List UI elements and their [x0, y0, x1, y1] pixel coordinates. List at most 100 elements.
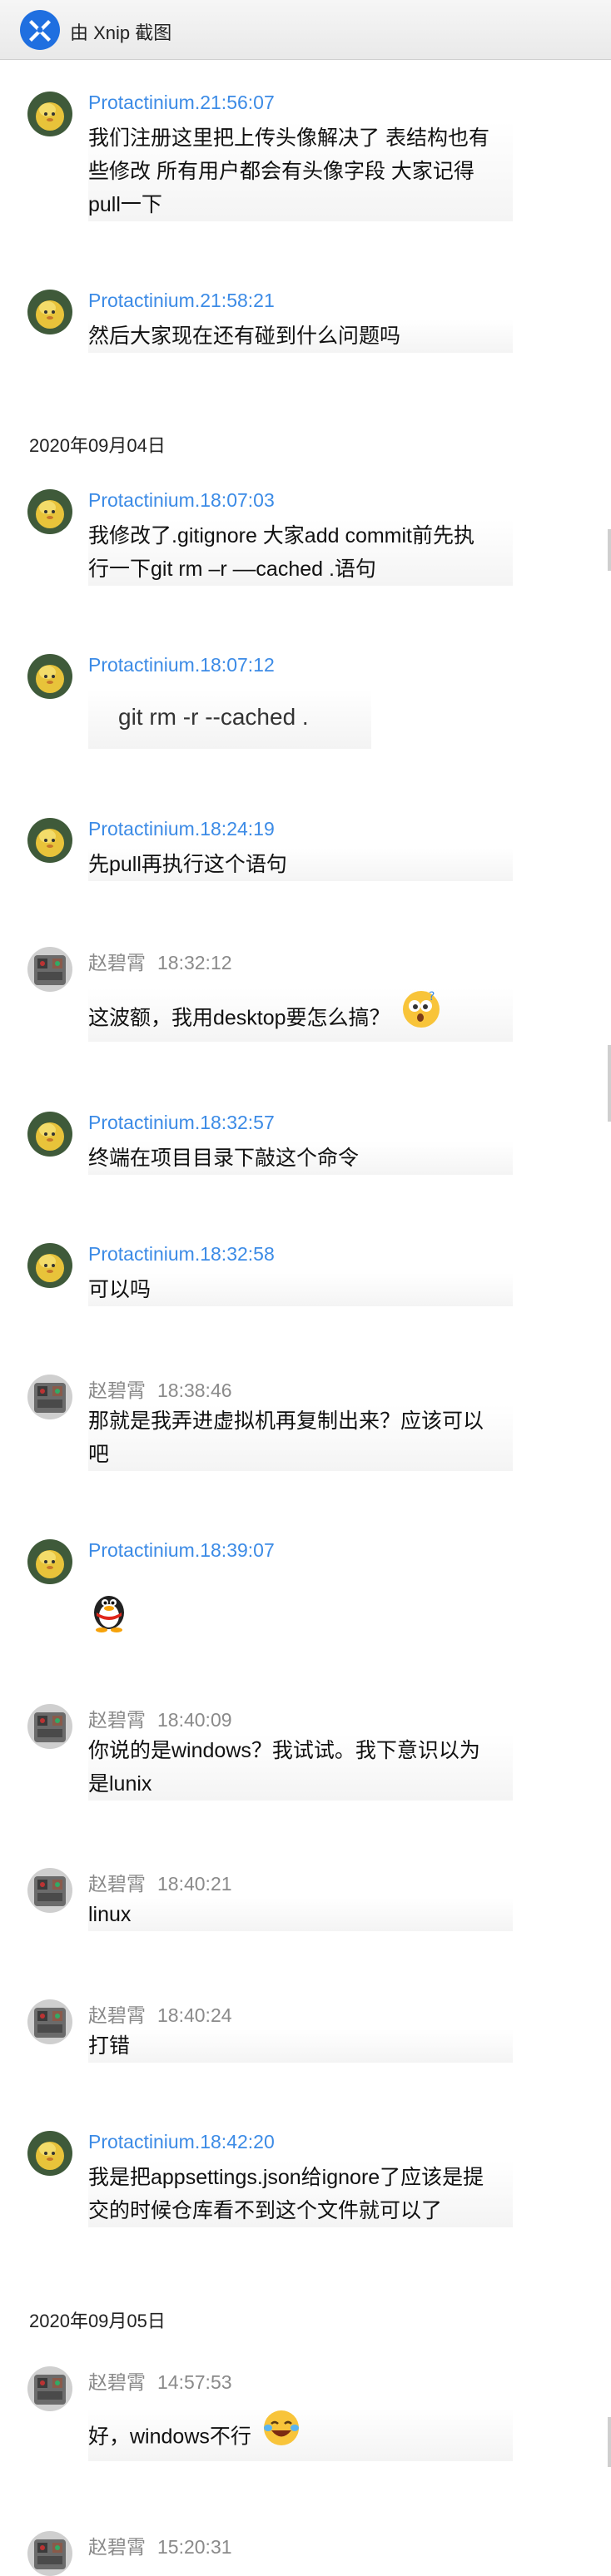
- sender-name[interactable]: Protactinium.: [88, 1243, 200, 1265]
- sender-name[interactable]: 赵碧霄: [88, 2536, 146, 2558]
- message-line: 终端在项目目录下敲这个命令: [88, 1147, 360, 1170]
- message-bubble[interactable]: 这波额，我用desktop要怎么搞？ ?: [88, 988, 513, 1042]
- sender-name[interactable]: Protactinium.: [88, 2131, 200, 2152]
- message-bubble[interactable]: 然后大家现在还有碰到什么问题吗: [88, 320, 513, 353]
- avatar[interactable]: [27, 2531, 72, 2576]
- message-bubble[interactable]: 我是把appsettings.json给ignore了应该是提 交的时候仓库看不…: [88, 2161, 513, 2227]
- message-line: 可以吗: [88, 1278, 152, 1301]
- message-line: 是lunix: [88, 1772, 152, 1796]
- message-line: 行一下git rm –r ––cached .语句: [88, 557, 376, 581]
- message-line: 先pull再执行这个语句: [88, 853, 287, 876]
- avatar[interactable]: [27, 1243, 72, 1288]
- message-header: Protactinium.21:56:07: [88, 92, 275, 114]
- message-time: 18:32:12: [157, 952, 232, 973]
- avatar[interactable]: [27, 2366, 72, 2411]
- message-line: 打错: [88, 2034, 131, 2058]
- message-bubble[interactable]: linux: [88, 1898, 513, 1931]
- sender-name[interactable]: 赵碧霄: [88, 952, 146, 973]
- message-time: 18:07:12: [200, 654, 275, 676]
- message-header: 赵碧霄 18:40:24: [88, 1999, 232, 2028]
- message-bubble[interactable]: 那就是我弄进虚拟机再复制出来？应该可以 吧: [88, 1404, 513, 1471]
- message-time: 21:56:07: [200, 92, 275, 113]
- avatar[interactable]: [27, 1868, 72, 1913]
- message-line: 你说的是windows？我试试。我下意识以为: [88, 1739, 480, 1762]
- message-header: 赵碧霄 14:57:53: [88, 2366, 232, 2395]
- date-separator: 2020年09月05日: [29, 2311, 166, 2331]
- message-time: 18:32:57: [200, 1112, 275, 1133]
- avatar[interactable]: [27, 1375, 72, 1419]
- message-time: 18:40:09: [157, 1709, 232, 1731]
- avatar[interactable]: [27, 818, 72, 863]
- sender-name[interactable]: 赵碧霄: [88, 1873, 146, 1895]
- message-time: 18:32:58: [200, 1243, 275, 1265]
- message-time: 18:38:46: [157, 1380, 232, 1401]
- avatar[interactable]: [27, 2131, 72, 2176]
- message-header: Protactinium.18:32:58: [88, 1243, 275, 1266]
- message-line: 我是把appsettings.json给ignore了应该是提: [88, 2166, 484, 2189]
- message-header: Protactinium.18:42:20: [88, 2131, 275, 2153]
- message-time: 18:07:03: [200, 489, 275, 511]
- qq-penguin-sticker[interactable]: [88, 1588, 130, 1632]
- message-header: 赵碧霄 18:38:46: [88, 1375, 232, 1403]
- message-bubble[interactable]: 先pull再执行这个语句: [88, 848, 513, 881]
- message-line: 然后大家现在还有碰到什么问题吗: [88, 324, 401, 348]
- avatar[interactable]: [27, 947, 72, 992]
- scrollbar-marker[interactable]: [608, 2417, 611, 2467]
- message-line: 些修改 所有用户都会有头像字段 大家记得: [88, 160, 474, 183]
- message-bubble[interactable]: 你说的是windows？我试试。我下意识以为 是lunix: [88, 1734, 513, 1801]
- message-header: 赵碧霄 18:40:09: [88, 1704, 232, 1732]
- sender-name[interactable]: Protactinium.: [88, 1112, 200, 1133]
- message-line: 我修改了.gitignore 大家add commit前先执: [88, 524, 475, 547]
- message-line: linux: [88, 1903, 132, 1926]
- message-time: 18:40:24: [157, 2004, 232, 2026]
- code-text: git rm -r --cached .: [118, 704, 309, 730]
- sender-name[interactable]: Protactinium.: [88, 290, 200, 311]
- message-header: Protactinium.21:58:21: [88, 290, 275, 312]
- avatar[interactable]: [27, 92, 72, 136]
- avatar[interactable]: [27, 1112, 72, 1157]
- message-header: 赵碧霄 18:40:21: [88, 1868, 232, 1896]
- message-time: 15:20:31: [157, 2536, 232, 2558]
- avatar[interactable]: [27, 1999, 72, 2044]
- sender-name[interactable]: 赵碧霄: [88, 2004, 146, 2026]
- message-header: 赵碧霄 15:20:31: [88, 2531, 232, 2559]
- message-header: Protactinium.18:07:03: [88, 489, 275, 512]
- message-line: pull一下: [88, 193, 162, 216]
- sender-name[interactable]: 赵碧霄: [88, 2371, 146, 2393]
- sender-name[interactable]: Protactinium.: [88, 654, 200, 676]
- avatar[interactable]: [27, 290, 72, 334]
- message-time: 14:57:53: [157, 2371, 232, 2393]
- date-separator: 2020年09月04日: [29, 435, 166, 456]
- message-line: 我们注册这里把上传头像解决了 表结构也有: [88, 126, 489, 150]
- message-line: 吧: [88, 1443, 110, 1466]
- message-bubble[interactable]: 可以吗: [88, 1273, 513, 1306]
- message-bubble[interactable]: 我修改了.gitignore 大家add commit前先执 行一下git rm…: [88, 519, 513, 586]
- avatar[interactable]: [27, 1539, 72, 1584]
- sender-name[interactable]: Protactinium.: [88, 818, 200, 840]
- sender-name[interactable]: 赵碧霄: [88, 1709, 146, 1731]
- message-bubble[interactable]: 我们注册这里把上传头像解决了 表结构也有 些修改 所有用户都会有头像字段 大家记…: [88, 121, 513, 221]
- avatar[interactable]: [27, 1704, 72, 1749]
- sender-name[interactable]: Protactinium.: [88, 489, 200, 511]
- message-bubble[interactable]: 打错: [88, 2029, 513, 2063]
- message-bubble[interactable]: 终端在项目目录下敲这个命令: [88, 1142, 513, 1175]
- message-header: Protactinium.18:07:12: [88, 654, 275, 676]
- message-line: 那就是我弄进虚拟机再复制出来？应该可以: [88, 1409, 484, 1433]
- avatar[interactable]: [27, 489, 72, 534]
- title-bar: 由 Xnip 截图: [0, 0, 611, 60]
- code-snippet-bubble[interactable]: git rm -r --cached .: [88, 689, 371, 749]
- message-line: 好，windows不行: [88, 2425, 251, 2449]
- message-header: Protactinium.18:24:19: [88, 818, 275, 840]
- sender-name[interactable]: 赵碧霄: [88, 1380, 146, 1401]
- sender-name[interactable]: Protactinium.: [88, 92, 200, 113]
- message-header: 赵碧霄 18:32:12: [88, 947, 232, 975]
- sender-name[interactable]: Protactinium.: [88, 1539, 200, 1561]
- scrollbar-marker[interactable]: [608, 529, 611, 571]
- message-time: 21:58:21: [200, 290, 275, 311]
- message-bubble[interactable]: 好，windows不行: [88, 2408, 513, 2461]
- message-header: Protactinium.18:32:57: [88, 1112, 275, 1134]
- scrollbar-marker[interactable]: [608, 1045, 611, 1122]
- avatar[interactable]: [27, 654, 72, 699]
- message-time: 18:24:19: [200, 818, 275, 840]
- window-title: 由 Xnip 截图: [70, 22, 172, 43]
